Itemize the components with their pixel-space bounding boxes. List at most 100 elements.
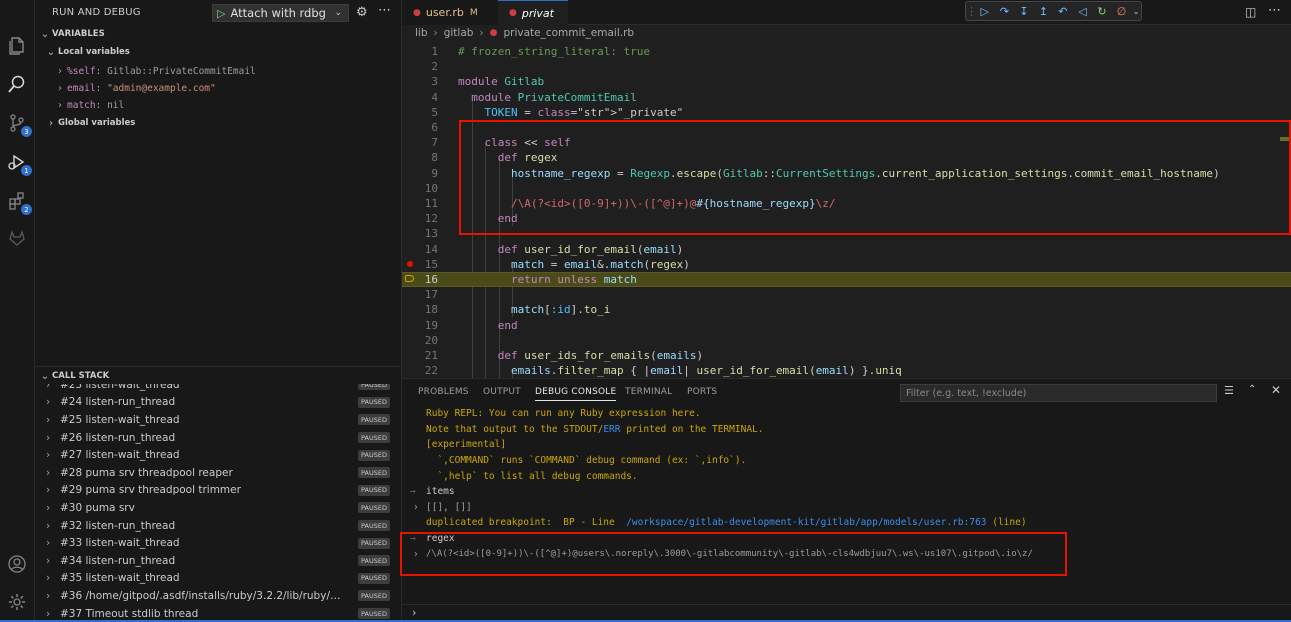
start-debug-icon[interactable]: ▷ bbox=[217, 7, 225, 20]
line-number[interactable]: 22 bbox=[402, 364, 438, 377]
gitlab-icon[interactable] bbox=[5, 226, 29, 250]
tab-debug-console[interactable]: DEBUG CONSOLE bbox=[535, 387, 617, 401]
call-stack-row[interactable]: › #36 /home/gitpod/.asdf/installs/ruby/3.… bbox=[35, 587, 401, 605]
code-line[interactable]: 2 bbox=[402, 59, 1291, 74]
line-number[interactable]: 17 bbox=[402, 288, 438, 301]
tab-output[interactable]: OUTPUT bbox=[483, 387, 521, 397]
variable-row-self[interactable]: › %self: Gitlab::PrivateCommitEmail bbox=[53, 63, 256, 80]
line-number[interactable]: 5 bbox=[402, 106, 438, 119]
search-icon[interactable] bbox=[5, 72, 29, 96]
code-text: def user_id_for_email(email) bbox=[497, 242, 684, 256]
debug-settings-gear-icon[interactable]: ⚙ bbox=[356, 5, 368, 20]
source-control-icon[interactable]: 3 bbox=[5, 111, 32, 137]
tab-terminal[interactable]: TERMINAL bbox=[625, 387, 672, 397]
code-line[interactable]: 21 def user_ids_for_emails(emails) bbox=[402, 348, 1291, 363]
step-back-icon[interactable]: ↶ bbox=[1053, 5, 1073, 18]
code-line[interactable]: 17 bbox=[402, 287, 1291, 302]
call-stack-row[interactable]: › #35 listen-wait_thread PAUSED bbox=[35, 570, 401, 588]
code-line[interactable]: 5 TOKEN = class="str">"_private" bbox=[402, 105, 1291, 120]
line-number[interactable]: 10 bbox=[402, 182, 438, 195]
account-icon[interactable] bbox=[5, 552, 29, 576]
local-variables-header[interactable]: ⌄ Local variables bbox=[44, 43, 410, 61]
code-line[interactable]: 14 def user_id_for_email(email) bbox=[402, 242, 1291, 257]
continue-icon[interactable]: ▷ bbox=[975, 5, 995, 18]
chevron-down-icon[interactable]: ⌄ bbox=[1131, 7, 1141, 16]
restart-icon[interactable]: ↻ bbox=[1092, 5, 1112, 18]
close-panel-icon[interactable]: ✕ bbox=[1271, 383, 1281, 397]
variable-row-match[interactable]: › match: nil bbox=[53, 97, 124, 114]
ruby-file-icon: ● bbox=[413, 7, 421, 18]
line-number[interactable]: 7 bbox=[402, 136, 438, 149]
line-number[interactable]: 1 bbox=[402, 45, 438, 58]
call-stack-row[interactable]: › #26 listen-run_thread PAUSED bbox=[35, 429, 401, 447]
line-number[interactable]: 12 bbox=[402, 212, 438, 225]
call-stack-row[interactable]: › #24 listen-run_thread PAUSED bbox=[35, 394, 401, 412]
drag-handle-icon[interactable]: ⋮ bbox=[966, 5, 977, 18]
code-line[interactable]: 18 match[:id].to_i bbox=[402, 302, 1291, 317]
console-filter-input[interactable]: Filter (e.g. text, !exclude) bbox=[900, 384, 1217, 402]
extensions-icon[interactable]: 2 bbox=[5, 189, 32, 215]
more-actions-icon[interactable]: ⋯ bbox=[378, 3, 391, 18]
reverse-continue-icon[interactable]: ◁ bbox=[1073, 5, 1093, 18]
call-stack-row[interactable]: › #34 listen-run_thread PAUSED bbox=[35, 552, 401, 570]
line-number[interactable]: 3 bbox=[402, 75, 438, 88]
code-line[interactable]: 1 # frozen_string_literal: true bbox=[402, 44, 1291, 59]
line-number[interactable]: 18 bbox=[402, 303, 438, 316]
line-number[interactable]: 6 bbox=[402, 121, 438, 134]
line-number[interactable]: 19 bbox=[402, 319, 438, 332]
explorer-icon[interactable] bbox=[5, 34, 29, 58]
call-stack-row[interactable]: › #25 listen-wait_thread PAUSED bbox=[35, 411, 401, 429]
code-line[interactable]: 22 emails.filter_map { |email| user_id_f… bbox=[402, 363, 1291, 378]
disconnect-icon[interactable]: ∅ bbox=[1112, 5, 1132, 18]
variable-row-email[interactable]: › email: "admin@example.com" bbox=[53, 80, 216, 97]
line-number[interactable]: 11 bbox=[402, 197, 438, 210]
global-variables-header[interactable]: › Global variables bbox=[44, 114, 410, 132]
step-into-icon[interactable]: ↧ bbox=[1014, 5, 1034, 18]
code-line[interactable]: 3 module Gitlab bbox=[402, 74, 1291, 89]
settings-gear-icon[interactable] bbox=[5, 590, 29, 614]
console-result[interactable]: [[], []] bbox=[426, 502, 472, 513]
call-stack-row[interactable]: › #23 listen-wait_thread PAUSED bbox=[35, 384, 401, 394]
tab-user-rb[interactable]: ● user.rb M bbox=[402, 0, 498, 25]
line-number[interactable]: 13 bbox=[402, 227, 438, 240]
line-number[interactable]: 20 bbox=[402, 334, 438, 347]
clear-console-icon[interactable]: ☰ bbox=[1224, 384, 1234, 397]
tab-problems[interactable]: PROBLEMS bbox=[418, 387, 469, 397]
line-number[interactable]: 21 bbox=[402, 349, 438, 362]
call-stack-row[interactable]: › #33 listen-wait_thread PAUSED bbox=[35, 534, 401, 552]
current-execution-line[interactable]: 16 return unless match bbox=[402, 272, 1291, 288]
code-line[interactable]: 15 match = email&.match(regex) bbox=[402, 257, 1291, 272]
breadcrumb-item[interactable]: private_commit_email.rb bbox=[503, 27, 634, 39]
tab-private-commit-email-rb[interactable]: ● privat bbox=[498, 0, 568, 25]
code-line[interactable]: 19 end bbox=[402, 318, 1291, 333]
variables-section-header[interactable]: ⌄ VARIABLES bbox=[35, 25, 401, 43]
line-number[interactable]: 2 bbox=[402, 60, 438, 73]
call-stack-row[interactable]: › #28 puma srv threadpool reaper PAUSED bbox=[35, 464, 401, 482]
launch-config-select[interactable]: ▷ Attach with rdbg ⌄ bbox=[212, 4, 349, 22]
step-out-icon[interactable]: ↥ bbox=[1034, 5, 1054, 18]
tab-ports[interactable]: PORTS bbox=[687, 387, 717, 397]
call-stack-row[interactable]: › #29 puma srv threadpool trimmer PAUSED bbox=[35, 482, 401, 500]
split-editor-icon[interactable]: ◫ bbox=[1245, 5, 1256, 19]
breadcrumb-item[interactable]: gitlab bbox=[444, 27, 474, 39]
chevron-right-icon: › bbox=[58, 83, 62, 94]
code-line[interactable]: 20 bbox=[402, 333, 1291, 348]
chevron-down-icon[interactable]: ⌄ bbox=[334, 8, 342, 18]
call-stack-row[interactable]: › #32 listen-run_thread PAUSED bbox=[35, 517, 401, 535]
breakpoint-icon[interactable] bbox=[407, 261, 413, 267]
call-stack-row[interactable]: › #30 puma srv PAUSED bbox=[35, 499, 401, 517]
line-number[interactable]: 8 bbox=[402, 151, 438, 164]
line-number[interactable]: 14 bbox=[402, 243, 438, 256]
chevron-right-icon: › bbox=[46, 607, 51, 620]
more-actions-icon[interactable]: ⋯ bbox=[1268, 3, 1281, 18]
run-debug-icon[interactable]: 1 bbox=[5, 150, 32, 176]
breadcrumb-item[interactable]: lib bbox=[415, 27, 428, 39]
line-number[interactable]: 9 bbox=[402, 167, 438, 180]
maximize-panel-icon[interactable]: ⌃ bbox=[1248, 384, 1256, 395]
call-stack-section-header[interactable]: ⌄ CALL STACK bbox=[35, 366, 401, 385]
step-over-icon[interactable]: ↷ bbox=[995, 5, 1015, 18]
code-line[interactable]: 4 module PrivateCommitEmail bbox=[402, 90, 1291, 105]
line-number[interactable]: 4 bbox=[402, 91, 438, 104]
call-stack-row[interactable]: › #27 listen-wait_thread PAUSED bbox=[35, 446, 401, 464]
chevron-right-icon[interactable]: › bbox=[413, 502, 419, 513]
